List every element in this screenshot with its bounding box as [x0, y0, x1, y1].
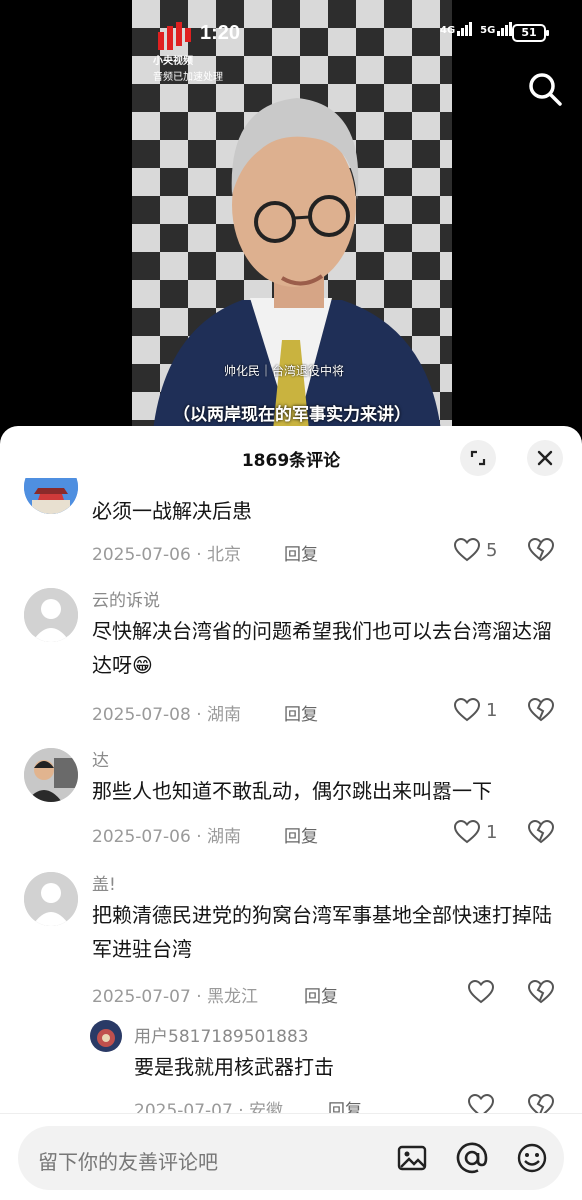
heart-icon	[454, 820, 480, 844]
comment-input-placeholder: 留下你的友善评论吧	[38, 1150, 218, 1174]
comment-text: 把赖清德民进党的狗窝台湾军事基地全部快速打掉陆军进驻台湾	[92, 903, 552, 961]
avatar[interactable]	[24, 872, 78, 926]
comment-meta: 2025-07-06 · 北京	[92, 545, 242, 565]
reply-button[interactable]: 回复	[284, 700, 318, 725]
like-count: 5	[486, 539, 498, 561]
reply-button[interactable]: 回复	[284, 540, 318, 565]
emoji-icon[interactable]	[514, 1140, 550, 1176]
comment-input-bar: 留下你的友善评论吧	[0, 1113, 582, 1200]
comment-text: 尽快解决台湾省的问题希望我们也可以去台湾溜达溜达呀😁	[92, 619, 552, 677]
comment-date: 2025-07-06	[92, 545, 191, 565]
reply-username[interactable]: 用户5817189501883	[134, 1022, 309, 1047]
avatar[interactable]	[90, 1020, 122, 1052]
status-time: 1:20	[200, 22, 241, 44]
heart-icon	[454, 698, 480, 722]
avatar-image-icon	[90, 1020, 122, 1052]
signal-bars-icon	[497, 22, 513, 36]
avatar[interactable]	[24, 588, 78, 642]
network-type-4g: 4G	[440, 25, 456, 36]
comment-text: 必须一战解决后患	[92, 499, 252, 523]
at-mention-icon[interactable]	[454, 1140, 490, 1176]
channel-brand: 小央视频	[153, 56, 193, 67]
close-icon	[537, 450, 553, 466]
heart-icon	[454, 538, 480, 562]
battery-indicator: 51	[512, 24, 549, 42]
broken-heart-icon[interactable]	[528, 980, 554, 1004]
reply-button[interactable]: 回复	[304, 982, 338, 1007]
like-button[interactable]: 1	[454, 820, 497, 844]
comment-sheet: 1869条评论 必须一战解决后患 2025-07-06 · 北京 回复 5 云的…	[0, 426, 582, 1200]
broken-heart-icon[interactable]	[528, 698, 554, 722]
like-button[interactable]: 1	[454, 698, 497, 722]
default-avatar-icon	[24, 588, 78, 642]
avatar-image-icon	[24, 748, 78, 802]
comment-date: 2025-07-08	[92, 705, 191, 725]
comment-meta: 2025-07-08 · 湖南	[92, 705, 242, 725]
cctv-logo-icon	[158, 22, 191, 50]
comment-username[interactable]: 盖!	[92, 870, 116, 895]
signal-bars-icon	[457, 22, 473, 36]
comment-list[interactable]: 必须一战解决后患 2025-07-06 · 北京 回复 5 云的诉说 尽快解决台…	[0, 478, 582, 1118]
comment-location: 湖南	[207, 705, 242, 725]
comment-username[interactable]: 达	[92, 746, 109, 771]
video-player[interactable]: 帅化民｜台湾退役中将 （以两岸现在的军事实力来讲） 1:20 4G 5G 51 …	[0, 0, 582, 440]
search-icon[interactable]	[526, 70, 564, 108]
comment-input[interactable]: 留下你的友善评论吧	[18, 1126, 564, 1190]
status-bar: 1:20 4G 5G 51	[0, 0, 582, 52]
comment-text: 那些人也知道不敢乱动，偶尔跳出来叫嚣一下	[92, 779, 492, 803]
comment-meta: 2025-07-07 · 黑龙江	[92, 987, 259, 1007]
comment-date: 2025-07-07	[92, 987, 191, 1007]
broken-heart-icon[interactable]	[528, 538, 554, 562]
expand-icon	[470, 450, 486, 466]
image-icon[interactable]	[394, 1140, 430, 1176]
avatar-image-icon	[24, 478, 78, 514]
comment-date: 2025-07-06	[92, 827, 191, 847]
reply-text: 要是我就用核武器打击	[134, 1055, 334, 1079]
network-type-5g: 5G	[480, 25, 496, 36]
comment-location: 北京	[207, 545, 242, 565]
avatar[interactable]	[24, 478, 78, 514]
speaker-name-tag: 帅化民｜台湾退役中将	[224, 364, 345, 378]
reply-button[interactable]: 回复	[284, 822, 318, 847]
comment-location: 湖南	[207, 827, 242, 847]
like-count: 1	[486, 821, 498, 843]
comment-location: 黑龙江	[207, 987, 259, 1007]
like-button[interactable]	[468, 980, 494, 1004]
like-count: 1	[486, 699, 498, 721]
avatar[interactable]	[24, 748, 78, 802]
audio-accelerated-note: 音频已加速处理	[153, 72, 223, 83]
default-avatar-icon	[24, 872, 78, 926]
comment-username[interactable]: 云的诉说	[92, 586, 160, 611]
like-button[interactable]: 5	[454, 538, 497, 562]
heart-icon	[468, 980, 494, 1004]
broken-heart-icon[interactable]	[528, 820, 554, 844]
network-signal: 4G 5G	[440, 22, 518, 36]
close-button[interactable]	[527, 440, 563, 476]
expand-button[interactable]	[460, 440, 496, 476]
comment-meta: 2025-07-06 · 湖南	[92, 827, 242, 847]
video-subtitle: （以两岸现在的军事实力来讲）	[173, 405, 411, 425]
